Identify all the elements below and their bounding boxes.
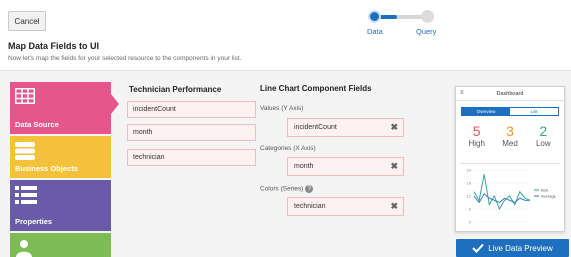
colors-field-value: technician (294, 203, 326, 210)
menu-icon: ≡ (460, 90, 464, 96)
category-label: Business Objects (15, 164, 78, 173)
category-tile-data-source[interactable]: Data Source (10, 82, 119, 134)
y-tick-label: 0 (469, 220, 472, 225)
category-tile-properties[interactable]: Properties (10, 180, 111, 231)
category-label: Properties (15, 217, 53, 226)
component-title: Line Chart Component Fields (260, 84, 372, 93)
category-tile-user[interactable] (10, 233, 111, 257)
step-data-dot[interactable] (368, 10, 381, 23)
kpi-value: 2 (539, 123, 548, 139)
series-line-bob (473, 174, 531, 211)
database-icon (15, 142, 35, 160)
preview-line-chart: 24 18 12 6 0 BobAverage (467, 168, 557, 225)
category-tile-business-objects[interactable]: Business Objects (10, 136, 111, 178)
help-icon[interactable]: ? (305, 185, 314, 193)
y-tick-label: 24 (467, 168, 472, 173)
resource-field-month[interactable]: month (127, 124, 256, 141)
cancel-button[interactable]: Cancel (8, 11, 46, 31)
preview-tabs: Overview List (461, 107, 559, 116)
resource-field-technician[interactable]: technician (127, 149, 256, 166)
categories-field-value: month (294, 163, 314, 170)
resource-field-incidentcount[interactable]: incidentCount (127, 101, 256, 118)
selection-pointer (111, 94, 119, 114)
kpi-label: Med (502, 139, 518, 148)
checkmark-icon (472, 243, 484, 253)
category-label: Data Source (15, 120, 59, 129)
step-query-dot[interactable] (421, 10, 434, 23)
user-icon (16, 240, 32, 257)
colors-drop-field[interactable]: technician ✖ (287, 197, 404, 216)
preview-header: ≡ Dashboard (456, 87, 564, 101)
page-title: Map Data Fields to UI (8, 41, 100, 51)
step-query-label[interactable]: Query (416, 27, 436, 36)
table-icon (15, 88, 35, 104)
kpi-value: 5 (472, 123, 481, 139)
live-data-preview-button[interactable]: Live Data Preview (456, 239, 569, 257)
categories-caption: Categories (X Axis) (260, 145, 316, 152)
kpi-label: Low (535, 139, 551, 148)
kpi-value: 3 (506, 123, 514, 139)
remove-values-icon[interactable]: ✖ (390, 122, 398, 133)
list-icon (15, 186, 37, 204)
remove-categories-icon[interactable]: ✖ (390, 161, 398, 172)
preview-tab-list: List (530, 109, 538, 114)
page-subtitle: Now let's map the fields for your select… (8, 55, 242, 62)
values-field-value: incidentCount (294, 124, 337, 131)
preview-chart-card: 24 18 12 6 0 Bob Average (460, 163, 560, 231)
y-tick-label: 6 (469, 207, 472, 212)
series-line-average (473, 193, 530, 204)
live-data-preview-label: Live Data Preview (488, 243, 553, 253)
colors-caption: Colors (Series)? (260, 185, 314, 193)
kpi-row: 5 High 3 Med 2 Low (460, 124, 560, 156)
kpi-high: 5 High (460, 124, 493, 156)
resource-title: Technician Performance (129, 85, 222, 94)
preview-header-title: Dashboard (496, 90, 524, 97)
colors-caption-text: Colors (Series) (260, 185, 304, 193)
dashboard-preview: ≡ Dashboard Overview List 5 High 3 Med 2… (455, 86, 565, 232)
categories-drop-field[interactable]: month ✖ (287, 157, 404, 176)
y-tick-label: 12 (467, 194, 472, 199)
kpi-label: High (468, 139, 485, 148)
kpi-low: 2 Low (527, 124, 560, 156)
y-tick-label: 18 (467, 181, 472, 186)
wizard-stepper: Data Query (364, 10, 444, 40)
legend-label: Bob (541, 188, 549, 193)
kpi-med: 3 Med (493, 124, 526, 156)
values-caption: Values (Y Axis) (260, 105, 304, 112)
legend-label: Average (541, 194, 557, 199)
step-data-label[interactable]: Data (367, 27, 383, 36)
remove-colors-icon[interactable]: ✖ (390, 201, 398, 212)
preview-tab-overview: Overview (462, 108, 510, 115)
values-drop-field[interactable]: incidentCount ✖ (287, 118, 404, 137)
